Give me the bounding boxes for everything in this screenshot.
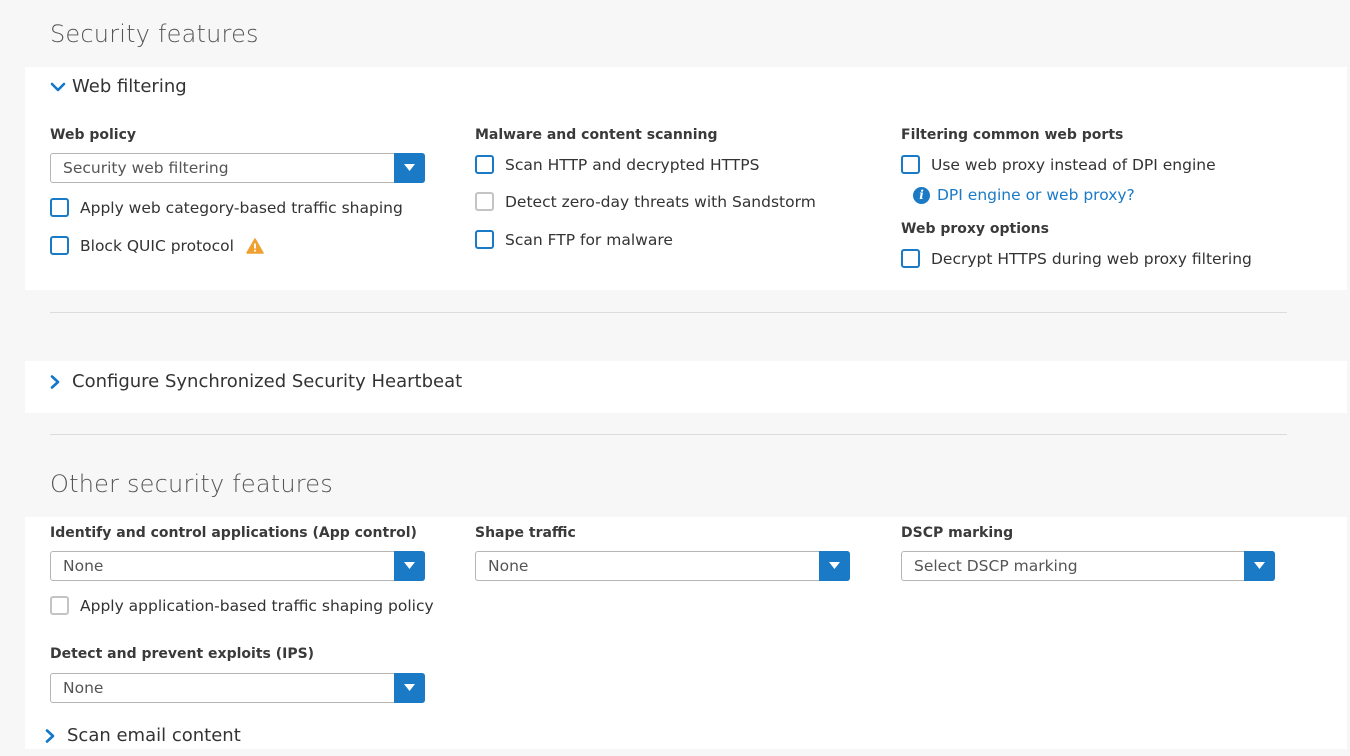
caret-down-icon[interactable] xyxy=(394,550,425,581)
info-icon: i xyxy=(913,186,930,204)
use-web-proxy-label: Use web proxy instead of DPI engine xyxy=(931,155,1216,174)
web-filtering-toggle[interactable]: Web filtering xyxy=(50,76,187,97)
dpi-help-text[interactable]: DPI engine or web proxy? xyxy=(937,186,1135,204)
sandstorm-checkbox: Detect zero-day threats with Sandstorm xyxy=(475,192,816,211)
checkbox-box-disabled xyxy=(50,596,69,615)
scan-email-toggle[interactable]: Scan email content xyxy=(45,725,241,746)
dscp-select[interactable]: Select DSCP marking xyxy=(901,550,1275,581)
web-policy-label: Web policy xyxy=(50,127,136,143)
section-divider xyxy=(50,434,1287,435)
dpi-help-link[interactable]: i DPI engine or web proxy? xyxy=(913,186,1135,204)
section-divider xyxy=(50,312,1287,313)
decrypt-https-checkbox[interactable]: Decrypt HTTPS during web proxy filtering xyxy=(901,249,1252,268)
warning-icon[interactable] xyxy=(246,237,264,254)
checkbox-box[interactable] xyxy=(475,155,494,174)
app-control-label: Identify and control applications (App c… xyxy=(50,525,417,541)
checkbox-box[interactable] xyxy=(475,230,494,249)
shape-traffic-select[interactable]: None xyxy=(475,550,850,581)
block-quic-label: Block QUIC protocol xyxy=(80,236,234,255)
app-control-value: None xyxy=(63,557,104,575)
ips-value: None xyxy=(63,679,104,697)
heartbeat-title: Configure Synchronized Security Heartbea… xyxy=(72,371,463,392)
dscp-label: DSCP marking xyxy=(901,525,1014,541)
checkbox-box[interactable] xyxy=(50,236,69,255)
scan-ftp-label: Scan FTP for malware xyxy=(505,230,673,249)
web-policy-value: Security web filtering xyxy=(63,159,229,177)
shape-traffic-value: None xyxy=(488,557,529,575)
ips-select[interactable]: None xyxy=(50,672,425,703)
apply-web-shaping-checkbox[interactable]: Apply web category-based traffic shaping xyxy=(50,198,403,217)
apply-app-shaping-checkbox: Apply application-based traffic shaping … xyxy=(50,596,434,615)
chevron-right-icon xyxy=(45,728,67,743)
scan-http-label: Scan HTTP and decrypted HTTPS xyxy=(505,155,760,174)
security-features-title: Security features xyxy=(50,20,259,48)
malware-label: Malware and content scanning xyxy=(475,127,718,143)
web-policy-select[interactable]: Security web filtering xyxy=(50,152,425,183)
checkbox-box[interactable] xyxy=(901,155,920,174)
ips-label: Detect and prevent exploits (IPS) xyxy=(50,646,315,662)
scan-http-checkbox[interactable]: Scan HTTP and decrypted HTTPS xyxy=(475,155,759,174)
dscp-placeholder: Select DSCP marking xyxy=(914,557,1078,575)
scan-email-title: Scan email content xyxy=(67,725,241,746)
apply-web-shaping-label: Apply web category-based traffic shaping xyxy=(80,198,403,217)
caret-down-icon[interactable] xyxy=(394,672,425,703)
heartbeat-toggle[interactable]: Configure Synchronized Security Heartbea… xyxy=(50,371,462,392)
decrypt-https-label: Decrypt HTTPS during web proxy filtering xyxy=(931,249,1252,268)
app-control-select[interactable]: None xyxy=(50,550,425,581)
caret-down-icon[interactable] xyxy=(394,152,425,183)
block-quic-checkbox[interactable]: Block QUIC protocol xyxy=(50,236,264,255)
chevron-down-icon xyxy=(50,82,72,92)
web-ports-label: Filtering common web ports xyxy=(901,127,1124,143)
checkbox-box[interactable] xyxy=(50,198,69,217)
chevron-right-icon xyxy=(50,374,72,389)
web-filtering-title: Web filtering xyxy=(72,76,187,97)
checkbox-box-disabled xyxy=(475,192,494,211)
other-security-title: Other security features xyxy=(50,470,333,498)
apply-app-shaping-label: Apply application-based traffic shaping … xyxy=(80,596,434,615)
caret-down-icon[interactable] xyxy=(1244,550,1275,581)
caret-down-icon[interactable] xyxy=(819,550,850,581)
web-proxy-options-label: Web proxy options xyxy=(901,221,1049,237)
checkbox-box[interactable] xyxy=(901,249,920,268)
shape-traffic-label: Shape traffic xyxy=(475,525,576,541)
use-web-proxy-checkbox[interactable]: Use web proxy instead of DPI engine xyxy=(901,155,1216,174)
sandstorm-label: Detect zero-day threats with Sandstorm xyxy=(505,192,816,211)
scan-ftp-checkbox[interactable]: Scan FTP for malware xyxy=(475,230,673,249)
